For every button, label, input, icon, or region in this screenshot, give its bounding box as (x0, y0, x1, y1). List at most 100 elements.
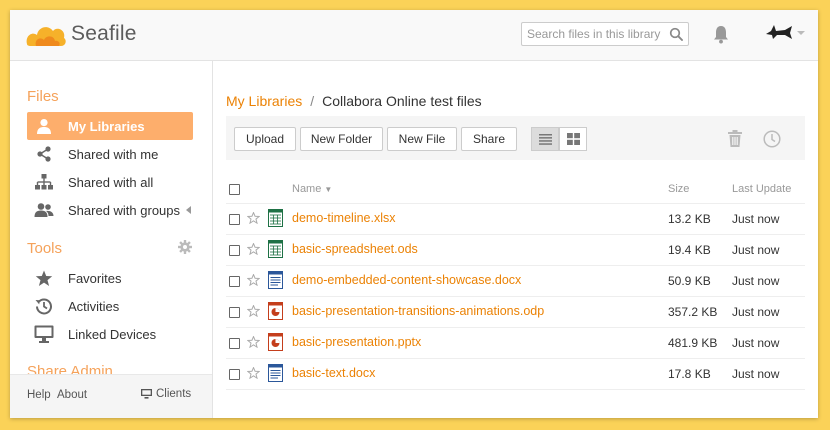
bell-icon[interactable] (712, 25, 730, 49)
spreadsheet-file-icon (268, 240, 283, 261)
history-icon (32, 297, 56, 315)
file-name-link[interactable]: basic-presentation.pptx (292, 335, 421, 349)
table-row[interactable]: demo-embedded-content-showcase.docx 50.9 … (226, 265, 805, 297)
star-icon[interactable] (246, 242, 261, 258)
sidebar-item-label: Activities (68, 298, 120, 314)
sidebar-item-label: Shared with me (68, 146, 159, 162)
star-icon[interactable] (246, 273, 261, 289)
sort-down-icon: ▼ (324, 185, 333, 194)
file-size: 19.4 KB (668, 243, 711, 257)
chevron-down-icon (797, 31, 805, 35)
app-window: Seafile Files My Libraries (10, 10, 818, 418)
sidebar-item-label: Shared with all (68, 174, 154, 190)
file-size: 17.8 KB (668, 367, 711, 381)
file-name-link[interactable]: basic-text.docx (292, 366, 375, 380)
breadcrumb-current: Collabora Online test files (322, 93, 482, 109)
file-last-update: Just now (732, 243, 780, 257)
file-name-link[interactable]: demo-timeline.xlsx (292, 211, 396, 225)
document-file-icon (268, 364, 283, 385)
gear-icon[interactable] (178, 240, 192, 259)
row-checkbox[interactable] (229, 214, 240, 225)
top-bar: Seafile (10, 10, 818, 61)
select-all-checkbox[interactable] (229, 184, 240, 195)
collapse-arrow-icon[interactable] (186, 206, 192, 214)
table-row[interactable]: basic-presentation-transitions-animation… (226, 296, 805, 328)
file-size: 357.2 KB (668, 305, 718, 319)
file-name-link[interactable]: basic-spreadsheet.ods (292, 242, 418, 256)
spreadsheet-file-icon (268, 209, 283, 230)
breadcrumb-my-libraries[interactable]: My Libraries (226, 93, 302, 109)
star-icon (32, 270, 56, 287)
document-file-icon (268, 271, 283, 292)
avatar[interactable] (765, 25, 805, 41)
tools-section-title: Tools (27, 240, 63, 257)
sidebar-item-shared-with-all[interactable]: Shared with all (27, 168, 193, 196)
file-name-link[interactable]: basic-presentation-transitions-animation… (292, 304, 544, 318)
file-size: 481.9 KB (668, 336, 718, 350)
file-name-link[interactable]: demo-embedded-content-showcase.docx (292, 273, 521, 287)
star-icon[interactable] (246, 304, 261, 320)
share-button[interactable]: Share (461, 127, 517, 151)
last-update-column-header[interactable]: Last Update (732, 183, 791, 195)
file-table-header: Name ▼ Size Last Update (226, 177, 805, 204)
search-box[interactable] (521, 22, 689, 46)
list-view-button[interactable] (531, 127, 559, 151)
org-chart-icon (32, 174, 56, 190)
row-checkbox[interactable] (229, 307, 240, 318)
sidebar-item-my-libraries[interactable]: My Libraries (27, 112, 193, 140)
share-icon (32, 146, 56, 162)
table-row[interactable]: basic-spreadsheet.ods 19.4 KB Just now (226, 234, 805, 266)
toolbar: Upload New Folder New File Share (226, 116, 805, 160)
file-last-update: Just now (732, 367, 780, 381)
file-size: 50.9 KB (668, 274, 711, 288)
user-icon (32, 118, 56, 134)
star-icon[interactable] (246, 366, 261, 382)
sidebar-item-label: Linked Devices (68, 326, 157, 342)
table-row[interactable]: basic-presentation.pptx 481.9 KB Just now (226, 327, 805, 359)
sidebar-item-activities[interactable]: Activities (27, 292, 193, 320)
presentation-file-icon (268, 302, 283, 323)
star-icon[interactable] (246, 211, 261, 227)
sidebar-item-shared-with-groups[interactable]: Shared with groups (27, 196, 193, 224)
size-column-header[interactable]: Size (668, 183, 689, 195)
monitor-icon (32, 325, 56, 343)
file-last-update: Just now (732, 212, 780, 226)
table-row[interactable]: basic-text.docx 17.8 KB Just now (226, 358, 805, 390)
clients-label: Clients (156, 388, 192, 400)
sidebar-item-label: My Libraries (68, 118, 145, 134)
group-icon (32, 202, 56, 218)
about-link[interactable]: About (57, 389, 87, 401)
help-link[interactable]: Help (27, 389, 51, 401)
search-icon[interactable] (669, 27, 683, 46)
row-checkbox[interactable] (229, 276, 240, 287)
grid-view-button[interactable] (559, 127, 587, 151)
row-checkbox[interactable] (229, 369, 240, 380)
upload-button[interactable]: Upload (234, 127, 296, 151)
row-checkbox[interactable] (229, 245, 240, 256)
list-view-icon (538, 133, 552, 145)
name-column-header[interactable]: Name ▼ (292, 183, 332, 195)
new-file-button[interactable]: New File (387, 127, 457, 151)
breadcrumb: My Libraries / Collabora Online test files (226, 93, 482, 109)
history-icon[interactable] (763, 130, 781, 153)
trash-icon[interactable] (728, 130, 742, 152)
table-row[interactable]: demo-timeline.xlsx 13.2 KB Just now (226, 203, 805, 235)
sidebar-footer: Help About Clients (10, 374, 212, 418)
sidebar-item-linked-devices[interactable]: Linked Devices (27, 320, 193, 348)
search-input[interactable] (527, 27, 667, 41)
file-size: 13.2 KB (668, 212, 711, 226)
file-last-update: Just now (732, 305, 780, 319)
grid-view-icon (566, 133, 580, 145)
star-icon[interactable] (246, 335, 261, 351)
row-checkbox[interactable] (229, 338, 240, 349)
clients-link[interactable]: Clients (141, 388, 191, 400)
sidebar-item-label: Shared with groups (68, 202, 181, 218)
sidebar-item-favorites[interactable]: Favorites (27, 264, 193, 292)
seafile-logo[interactable]: Seafile (24, 18, 137, 50)
app-name: Seafile (71, 22, 137, 45)
new-folder-button[interactable]: New Folder (300, 127, 383, 151)
sidebar-item-shared-with-me[interactable]: Shared with me (27, 140, 193, 168)
seafile-logo-icon (26, 27, 66, 46)
sidebar: Files My Libraries Shared with me Shared… (10, 61, 213, 418)
sidebar-item-label: Favorites (68, 270, 122, 286)
